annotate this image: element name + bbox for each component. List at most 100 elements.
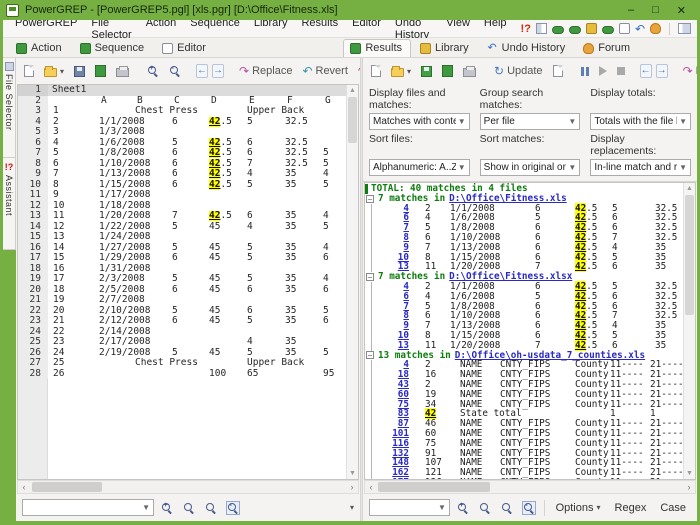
- zoom-out-button[interactable]: -: [224, 500, 242, 516]
- sidebar-tab-file-selector[interactable]: File Selector: [3, 58, 16, 158]
- line-number: 25: [18, 337, 48, 348]
- results-icon[interactable]: [601, 25, 614, 34]
- zoom-fit-button[interactable]: [202, 500, 220, 516]
- option-combobox[interactable]: Totals with the file header,▼: [590, 113, 691, 130]
- zoom-in-button[interactable]: +: [158, 500, 176, 516]
- previous-match-button[interactable]: ←: [196, 64, 209, 78]
- collapse-icon[interactable]: –: [366, 351, 374, 360]
- next-match-button[interactable]: →: [212, 64, 225, 78]
- sidebar-tab-assistant[interactable]: !? Assistant: [3, 158, 16, 250]
- revert-button[interactable]: ↶ Revert: [299, 63, 350, 79]
- editor-jump-combobox[interactable]: ▼: [22, 499, 154, 516]
- scroll-down-arrow[interactable]: ▼: [684, 468, 695, 479]
- editor-icon[interactable]: [618, 23, 630, 34]
- editor-horizontal-scrollbar[interactable]: ‹ ›: [17, 480, 359, 494]
- section-rows: 4 2 NAME CNTY_FIPS County 11---- 21---- 18 16 NAM…: [371, 360, 695, 479]
- results-horizontal-scrollbar[interactable]: ‹ ›: [364, 480, 696, 494]
- editor-cell: 42.5: [209, 116, 232, 127]
- option-combobox[interactable]: Show in original order▼: [479, 159, 581, 176]
- editor-line: 20 18 2/5/2008 6 45 6 35 6: [18, 284, 358, 295]
- maximize-button[interactable]: □: [652, 4, 659, 17]
- editor-line: 24 22 2/14/2008: [18, 326, 358, 337]
- regex-toggle[interactable]: Regex: [610, 500, 652, 516]
- edit-externally-button[interactable]: [92, 63, 109, 79]
- zoom-fit-button[interactable]: [498, 500, 516, 516]
- chevron-down-icon: ▾: [596, 503, 601, 512]
- minimize-button[interactable]: –: [628, 4, 634, 17]
- zoom-out-button[interactable]: -: [166, 63, 184, 79]
- replace-button[interactable]: ↷Replace: [680, 63, 697, 79]
- scroll-up-arrow[interactable]: ▲: [684, 183, 695, 194]
- scroll-up-arrow[interactable]: ▲: [347, 85, 358, 96]
- new-file-button[interactable]: [21, 63, 37, 79]
- replace-button[interactable]: ↷Replace: [236, 63, 295, 79]
- collapse-icon[interactable]: –: [366, 273, 374, 282]
- editor-line: 28 26 100 65 95: [18, 368, 358, 379]
- tab-results[interactable]: Results: [343, 39, 412, 57]
- editor-cell: 5: [247, 116, 253, 127]
- print-results-button[interactable]: [460, 64, 479, 79]
- scroll-left-arrow[interactable]: ‹: [365, 481, 377, 493]
- option-combobox[interactable]: Matches with context and c▼: [369, 113, 470, 130]
- print-button[interactable]: [113, 64, 132, 79]
- update-file-button[interactable]: [550, 63, 566, 79]
- next-match-button[interactable]: →: [655, 64, 668, 78]
- tab-action[interactable]: Action: [9, 39, 71, 57]
- right-tab-group: Results Library ↶ Undo History Forum: [343, 39, 639, 57]
- export-results-button[interactable]: [439, 63, 456, 79]
- scroll-left-arrow[interactable]: ‹: [18, 481, 30, 493]
- open-results-button[interactable]: ▾: [388, 64, 414, 79]
- action-binoculars-icon[interactable]: [551, 25, 564, 34]
- option-combobox[interactable]: Per file ▼: [479, 113, 581, 130]
- zoom-in-button[interactable]: +: [144, 63, 162, 79]
- scroll-down-arrow[interactable]: ▼: [347, 468, 358, 479]
- options-menu-button[interactable]: Options ▾: [551, 500, 606, 516]
- stop-button[interactable]: [614, 65, 628, 77]
- scrollbar-thumb[interactable]: [348, 97, 357, 143]
- save-results-button[interactable]: [418, 64, 435, 79]
- zoom-in-button[interactable]: +: [454, 500, 472, 516]
- chevron-down-icon[interactable]: ▾: [350, 503, 354, 512]
- zoom-out-button[interactable]: -: [520, 500, 538, 516]
- open-file-button[interactable]: ▾: [41, 64, 67, 79]
- scroll-right-arrow[interactable]: ›: [346, 481, 358, 493]
- scroll-right-arrow[interactable]: ›: [683, 481, 695, 493]
- match-row: 75 34 NAME CNTY_FIPS County 11---- 21----: [372, 399, 695, 410]
- tile-windows-icon[interactable]: [535, 23, 547, 34]
- forum-icon[interactable]: [650, 23, 661, 34]
- zoom-100-button[interactable]: [180, 500, 198, 516]
- new-results-button[interactable]: [368, 63, 384, 79]
- play-button[interactable]: [596, 64, 610, 78]
- scrollbar-thumb[interactable]: [32, 482, 102, 492]
- save-file-button[interactable]: [71, 64, 88, 79]
- file-editor[interactable]: 1 Sheet1 2 A B C D E F G 3 1 Chest Press Upper Back 4 2…: [17, 84, 359, 480]
- undo-icon[interactable]: ↶: [635, 23, 645, 35]
- update-results-button[interactable]: ↻ Update: [491, 63, 546, 79]
- editor-vertical-scrollbar[interactable]: ▲ ▼: [346, 85, 358, 479]
- sequence-binoculars-icon[interactable]: [568, 25, 581, 34]
- tab-sequence[interactable]: Sequence: [73, 39, 154, 57]
- zoom-100-button[interactable]: [476, 500, 494, 516]
- editor-line: 17 15 1/29/2008 6 45 5 35 6: [18, 253, 358, 264]
- panel-layout-icon[interactable]: [678, 23, 691, 34]
- tab-undo-history[interactable]: ↶ Undo History: [480, 39, 575, 57]
- results-vertical-scrollbar[interactable]: ▲ ▼: [683, 183, 695, 479]
- scrollbar-thumb[interactable]: [685, 195, 694, 315]
- collapse-icon[interactable]: –: [366, 194, 374, 203]
- close-button[interactable]: ✕: [677, 4, 686, 17]
- results-search-combobox[interactable]: ▼: [369, 499, 450, 516]
- tab-library[interactable]: Library: [413, 39, 478, 57]
- editor-cell: 1/6/2008: [99, 137, 145, 148]
- option-combobox[interactable]: In-line match and replaceme▼: [590, 159, 691, 176]
- tab-forum[interactable]: Forum: [576, 39, 639, 57]
- scrollbar-thumb[interactable]: [378, 482, 490, 492]
- previous-match-button[interactable]: ←: [639, 64, 652, 78]
- results-list[interactable]: TOTAL: 40 matches in 4 files –7 matches in…: [364, 182, 696, 480]
- pause-button[interactable]: [578, 65, 592, 78]
- library-icon[interactable]: [585, 23, 597, 34]
- zoom-in-icon: +: [161, 502, 173, 514]
- option-combobox[interactable]: Alphanumeric: A..Z, 0..9▼: [369, 159, 470, 176]
- case-toggle[interactable]: Case: [655, 500, 691, 516]
- assistant-icon[interactable]: !?: [521, 23, 531, 35]
- tab-editor[interactable]: Editor: [155, 39, 215, 57]
